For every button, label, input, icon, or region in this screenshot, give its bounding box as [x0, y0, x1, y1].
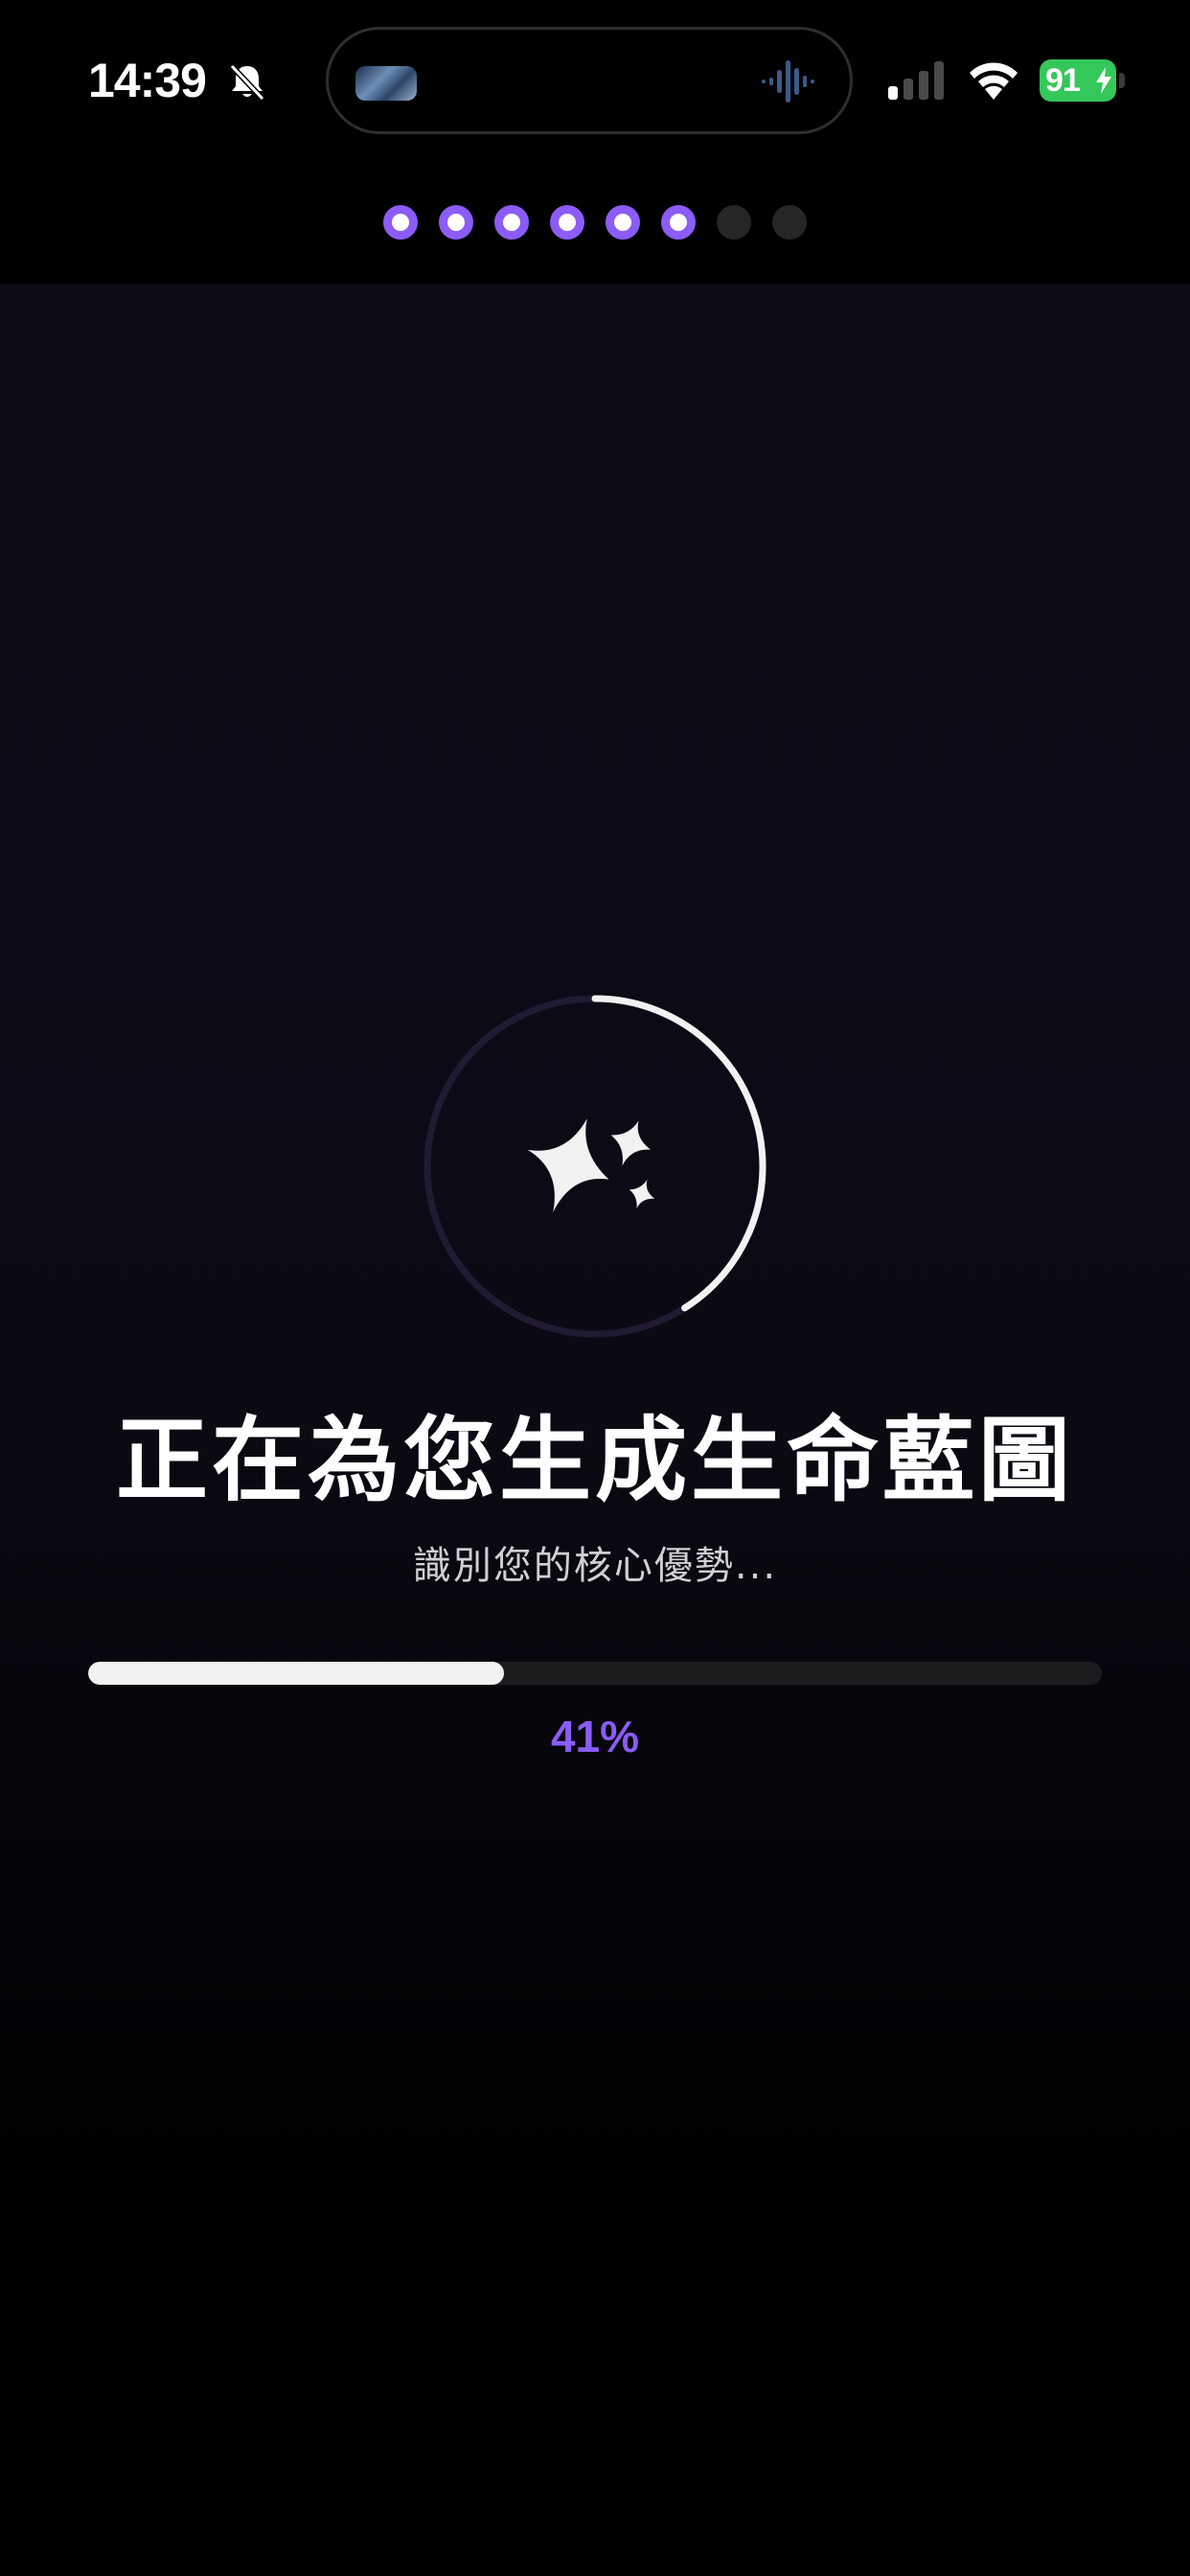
step-indicator	[0, 205, 1190, 243]
loading-screen: 正在為您生成生命藍圖 識別您的核心優勢... 41%	[0, 284, 1190, 2576]
loading-subtitle: 識別您的核心優勢...	[412, 1544, 778, 1588]
step-dot-completed	[383, 205, 418, 240]
step-dot-pending	[772, 205, 807, 240]
now-playing-artwork	[355, 66, 417, 101]
step-dot-completed	[550, 205, 584, 240]
step-dot-completed	[606, 205, 640, 240]
step-dot-completed	[494, 205, 529, 240]
sparkles-icon	[527, 1118, 655, 1212]
progress-percent: 41%	[550, 1712, 640, 1761]
battery-icon: 91	[1040, 59, 1128, 102]
charging-bolt-icon	[1096, 67, 1111, 94]
status-time: 14:39	[88, 54, 207, 107]
loading-title: 正在為您生成生命藍圖	[116, 1407, 1074, 1514]
progress-bar	[88, 1662, 1102, 1685]
cellular-icon	[888, 61, 944, 100]
battery-level: 91	[1045, 62, 1081, 99]
step-dot-completed	[439, 205, 473, 240]
battery-cap	[1119, 73, 1125, 88]
step-dot-completed	[661, 205, 696, 240]
progress-bar-fill	[88, 1662, 504, 1685]
wifi-icon	[970, 62, 1018, 100]
status-bar: 14:39 91	[0, 0, 1190, 163]
waveform-icon	[762, 60, 814, 103]
step-dot-pending	[717, 205, 751, 240]
dynamic-island[interactable]	[326, 27, 853, 134]
bell-muted-icon	[229, 63, 265, 102]
